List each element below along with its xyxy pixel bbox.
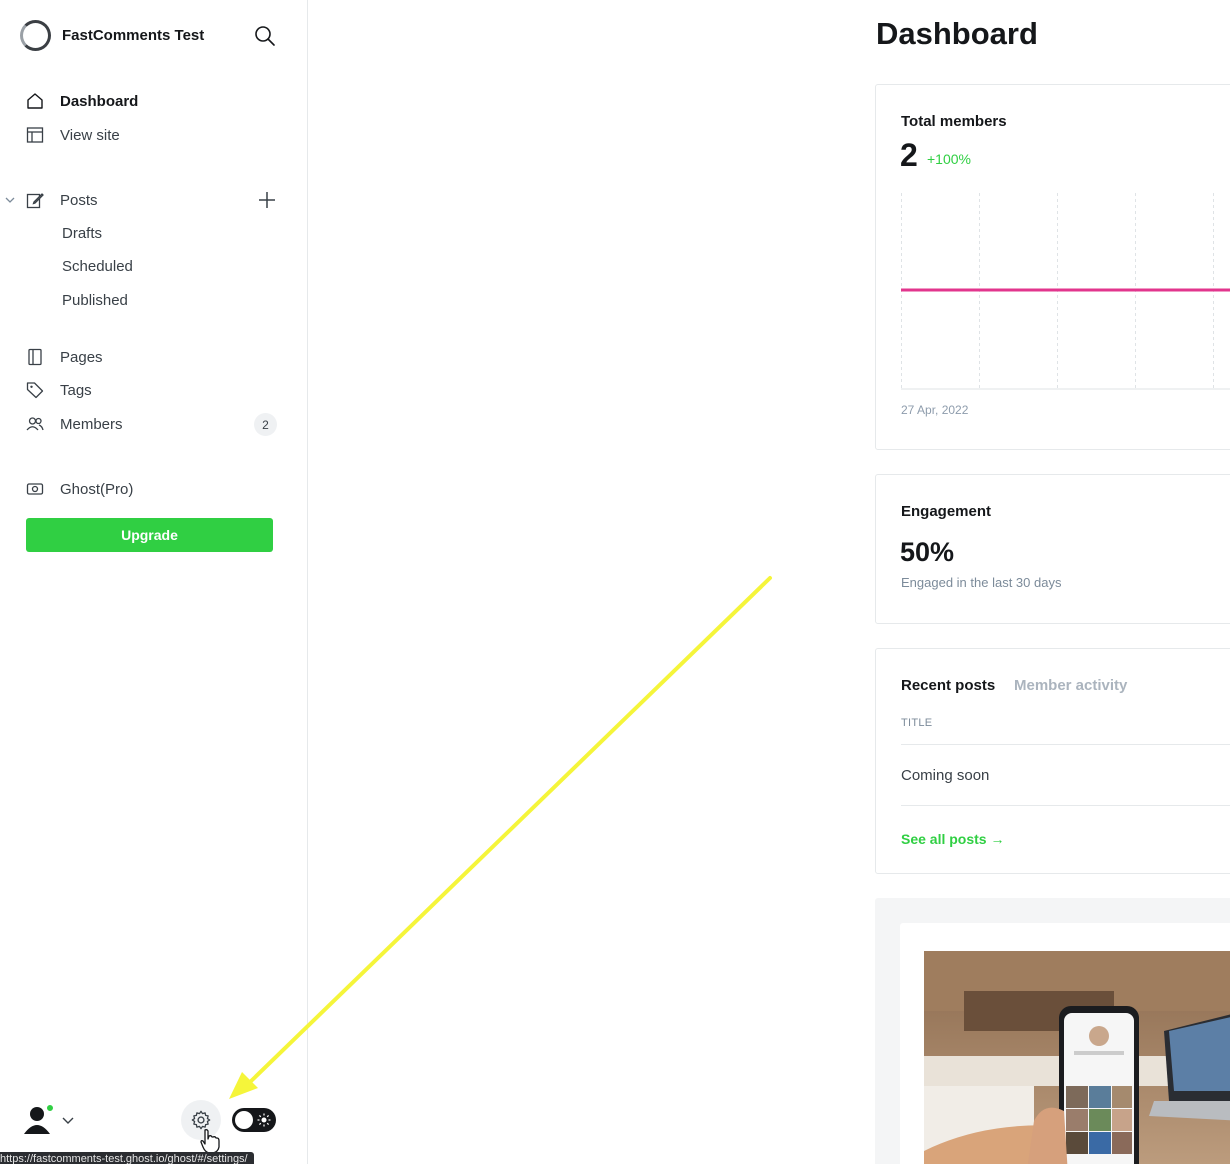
members-chart xyxy=(901,193,1230,390)
nav-ghost-pro[interactable]: Ghost(Pro) xyxy=(26,477,133,501)
see-all-posts-link[interactable]: See all posts → xyxy=(901,831,1004,847)
nav-members[interactable]: Members xyxy=(26,412,123,436)
status-bar-url: https://fastcomments-test.ghost.io/ghost… xyxy=(0,1152,254,1164)
nav-published[interactable]: Published xyxy=(62,292,128,309)
sun-icon xyxy=(257,1113,271,1127)
tab-member-activity[interactable]: Member activity xyxy=(1014,677,1127,694)
total-members-value: 2 xyxy=(900,137,918,173)
tab-recent-posts[interactable]: Recent posts xyxy=(901,677,995,694)
nav-posts[interactable]: Posts xyxy=(26,188,98,212)
engagement-value: 50% xyxy=(900,537,955,567)
chart-x-tick: 27 Apr, 2022 xyxy=(901,403,969,417)
nav-posts-label: Posts xyxy=(60,191,98,209)
site-logo-icon xyxy=(20,20,51,51)
sidebar: FastComments Test Dashboard View site Po… xyxy=(0,0,308,1164)
page-title: Dashboard xyxy=(876,16,1038,51)
engagement-label: Engagement xyxy=(901,503,992,520)
members-count-badge: 2 xyxy=(254,413,277,436)
search-icon[interactable] xyxy=(253,24,277,48)
page-icon xyxy=(28,348,42,366)
site-name: FastComments Test xyxy=(62,27,205,44)
nav-dashboard-label: Dashboard xyxy=(60,92,139,110)
ghost-pro-icon xyxy=(26,483,44,495)
post-row-title[interactable]: Coming soon xyxy=(901,767,989,784)
nav-drafts[interactable]: Drafts xyxy=(62,225,102,242)
home-icon xyxy=(27,93,43,109)
featured-photo-image[interactable] xyxy=(924,951,1230,1164)
nav-dashboard[interactable]: Dashboard xyxy=(26,89,138,113)
edit-icon xyxy=(26,193,44,209)
engagement-card: Engagement 50% Engaged in the last 30 da… xyxy=(875,474,1230,624)
featured-resource-card xyxy=(875,898,1230,1164)
recent-posts-card: Recent posts Member activity TITLE Comin… xyxy=(875,648,1230,874)
nav-ghost-pro-label: Ghost(Pro) xyxy=(60,480,134,498)
members-icon xyxy=(26,417,44,431)
hand-cursor-icon xyxy=(200,1129,220,1154)
total-members-delta: +100% xyxy=(927,151,971,167)
chevron-down-icon[interactable] xyxy=(61,1113,75,1127)
upgrade-button[interactable]: Upgrade xyxy=(26,518,273,552)
nav-view-site[interactable]: View site xyxy=(26,123,120,147)
featured-resource-inner xyxy=(900,923,1230,1164)
divider xyxy=(901,805,1230,806)
nav-scheduled[interactable]: Scheduled xyxy=(62,258,133,275)
total-members-label: Total members xyxy=(901,113,1007,130)
nav-tags-label: Tags xyxy=(60,381,92,399)
toggle-knob xyxy=(235,1111,253,1129)
total-members-card: Total members 2 +100% 27 Apr, 2022 xyxy=(875,84,1230,450)
chevron-down-icon[interactable] xyxy=(4,194,16,206)
column-header-title: TITLE xyxy=(901,717,933,729)
nav-members-label: Members xyxy=(60,415,123,433)
nav-tags[interactable]: Tags xyxy=(26,378,92,402)
brand[interactable]: FastComments Test xyxy=(20,20,204,51)
nav-view-site-label: View site xyxy=(60,126,120,144)
new-post-plus-icon[interactable] xyxy=(257,190,277,210)
divider xyxy=(901,744,1230,745)
nav-pages[interactable]: Pages xyxy=(26,345,103,369)
dark-mode-toggle[interactable] xyxy=(232,1108,276,1132)
layout-icon xyxy=(26,127,44,143)
nav-pages-label: Pages xyxy=(60,348,103,366)
tag-icon xyxy=(26,382,44,399)
engagement-subtext: Engaged in the last 30 days xyxy=(901,575,1062,590)
online-status-dot xyxy=(45,1103,55,1113)
